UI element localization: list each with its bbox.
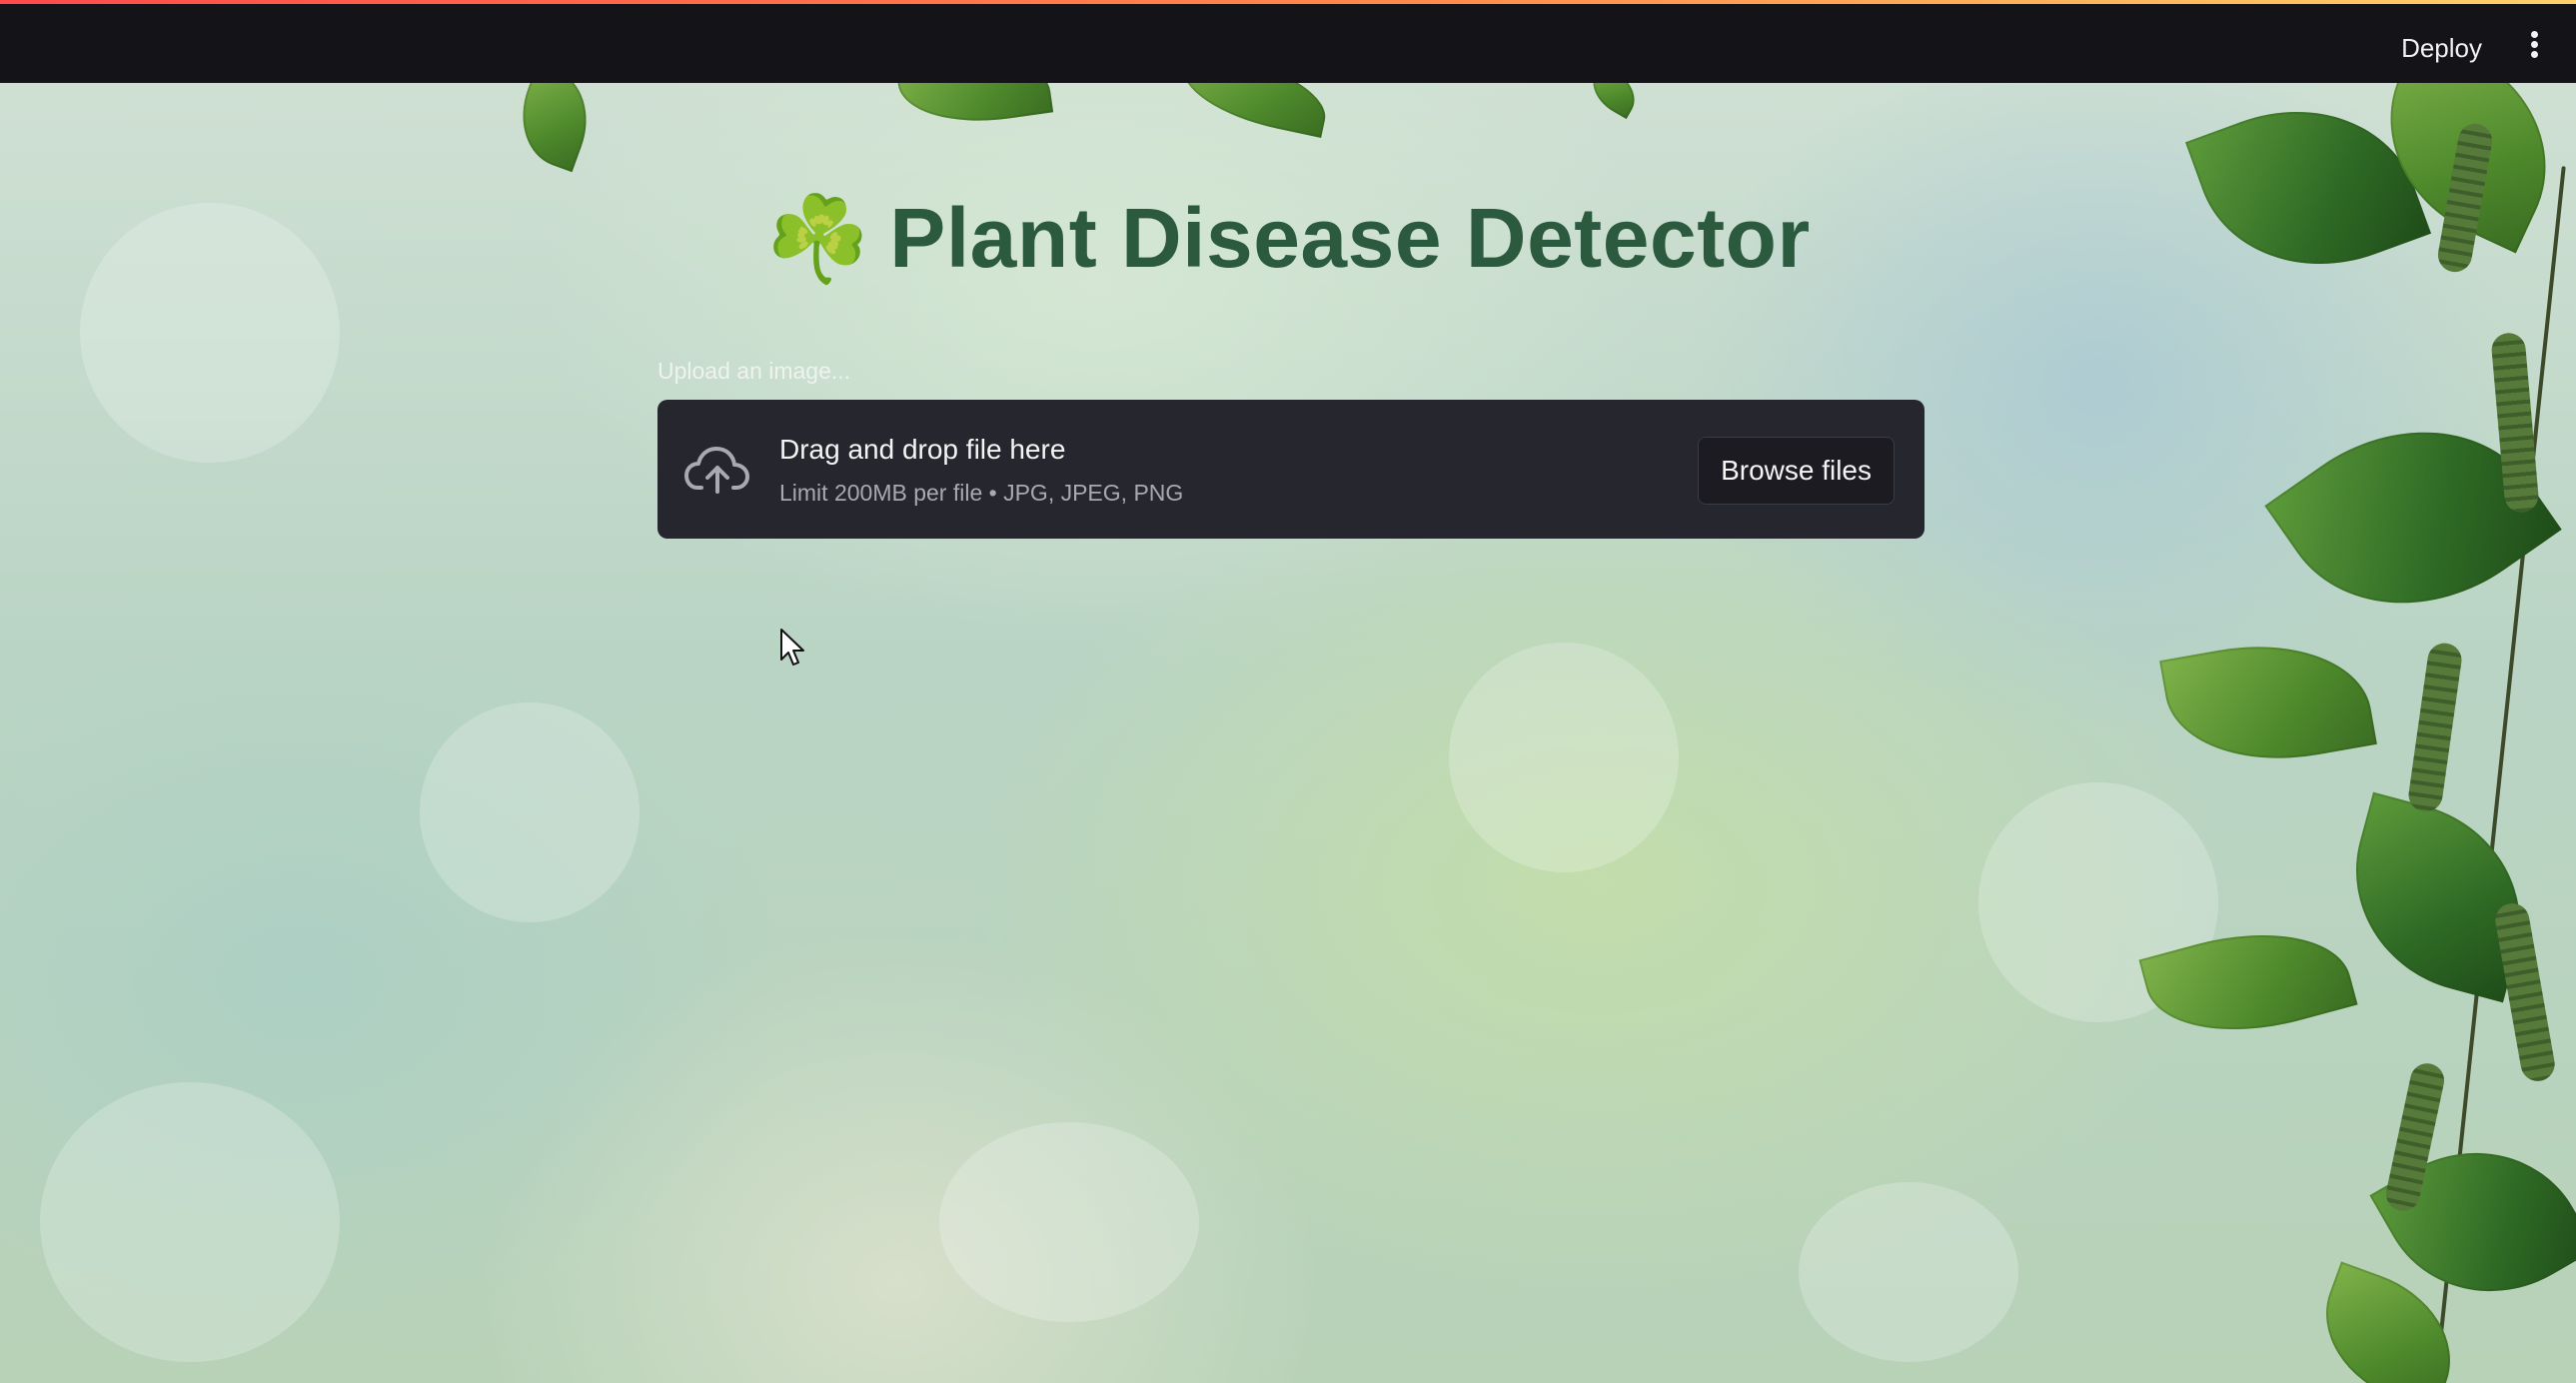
decorative-leaf	[2159, 626, 2377, 779]
file-uploader-label: Upload an image...	[657, 358, 851, 384]
mouse-cursor-icon	[780, 629, 804, 666]
decorative-leaf	[506, 83, 604, 173]
browse-files-button[interactable]: Browse files	[1698, 437, 1895, 505]
shamrock-icon: ☘️	[765, 189, 870, 288]
vertical-dots-icon	[2516, 31, 2552, 58]
background-bokeh	[40, 1082, 340, 1362]
background-bokeh	[420, 702, 640, 922]
background-bokeh	[1449, 643, 1679, 872]
decorative-leaf	[1174, 83, 1334, 138]
dropzone-instructions: Drag and drop file here	[779, 434, 1066, 465]
decorative-catkin	[2406, 641, 2464, 814]
deploy-button[interactable]: Deploy	[2389, 26, 2494, 70]
decorative-leaf	[1583, 83, 1645, 120]
file-dropzone[interactable]: Drag and drop file here Limit 200MB per …	[657, 400, 1925, 539]
background-bokeh	[1799, 1182, 2018, 1362]
decorative-leaf	[894, 83, 1054, 134]
background-bokeh	[939, 1122, 1199, 1322]
cloud-upload-icon	[684, 447, 749, 494]
page-title: Plant Disease Detector	[889, 191, 1811, 285]
main-menu-button[interactable]	[2516, 28, 2552, 68]
app-header: Deploy	[0, 4, 2576, 83]
page-title-row: ☘️ Plant Disease Detector	[0, 190, 2576, 287]
dropzone-file-limits: Limit 200MB per file • JPG, JPEG, PNG	[779, 480, 1184, 506]
